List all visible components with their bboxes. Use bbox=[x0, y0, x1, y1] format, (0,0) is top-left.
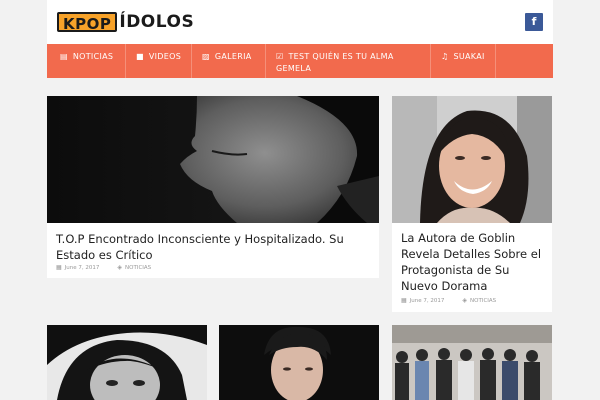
nav-divider bbox=[125, 44, 126, 78]
nav-divider bbox=[430, 44, 431, 78]
post-title[interactable]: T.O.P Encontrado Inconsciente y Hospital… bbox=[56, 231, 369, 263]
nav-item-label: TEST QUIÉN ES TU ALMA bbox=[288, 52, 394, 61]
logo-kpop-text: KPOP bbox=[57, 12, 118, 33]
calendar-icon: ▦ bbox=[56, 264, 62, 271]
post-meta: ▦ June 7, 2017 ◈ NOTICIAS bbox=[401, 297, 496, 304]
nav-divider bbox=[495, 44, 496, 78]
post-title[interactable]: La Autora de Goblin Revela Detalles Sobr… bbox=[401, 230, 542, 294]
post-date: June 7, 2017 bbox=[409, 297, 445, 304]
nav-item-noticias[interactable]: ▤ NOTICIAS bbox=[60, 44, 113, 78]
nav-item-label-line2: GEMELA bbox=[276, 64, 312, 73]
nav-item-label: VIDEOS bbox=[148, 52, 182, 61]
nav-divider bbox=[191, 44, 192, 78]
post-thumbnail[interactable] bbox=[47, 325, 207, 400]
post-card[interactable] bbox=[47, 325, 207, 400]
video-camera-icon: ■ bbox=[136, 52, 144, 61]
nav-divider bbox=[265, 44, 266, 78]
nav-item-galeria[interactable]: ▨ GALERIA bbox=[202, 44, 252, 78]
man-portrait-photo bbox=[219, 325, 379, 400]
tag-icon: ◈ bbox=[462, 297, 468, 304]
post-meta: ▦ June 7, 2017 ◈ NOTICIAS bbox=[56, 264, 151, 271]
calendar-icon: ▦ bbox=[401, 297, 407, 304]
nav-item-videos[interactable]: ■ VIDEOS bbox=[136, 44, 181, 78]
woman-smiling-photo bbox=[392, 96, 552, 223]
facebook-icon[interactable]: f bbox=[525, 13, 543, 31]
nav-item-label: NOTICIAS bbox=[72, 52, 114, 61]
post-card[interactable] bbox=[392, 325, 552, 400]
post-thumbnail[interactable] bbox=[392, 96, 552, 223]
main-nav: ▤ NOTICIAS ■ VIDEOS ▨ GALERIA ☑ TEST QUIÉN E… bbox=[47, 44, 553, 78]
post-card[interactable]: T.O.P Encontrado Inconsciente y Hospital… bbox=[47, 96, 379, 278]
group-photo bbox=[392, 325, 552, 400]
nav-item-label: GALERIA bbox=[214, 52, 252, 61]
man-profile-photo bbox=[47, 96, 379, 223]
site-header: KPOP ÍDOLOS f bbox=[47, 0, 553, 44]
woman-bw-photo bbox=[47, 325, 207, 400]
page: KPOP ÍDOLOS f ▤ NOTICIAS ■ VIDEOS ▨ GALERIA… bbox=[0, 0, 600, 400]
post-category[interactable]: NOTICIAS bbox=[470, 298, 496, 304]
post-thumbnail[interactable] bbox=[47, 96, 379, 223]
tag-icon: ◈ bbox=[117, 264, 123, 271]
image-icon: ▨ bbox=[202, 52, 210, 61]
site-logo[interactable]: KPOP ÍDOLOS bbox=[57, 11, 194, 33]
post-thumbnail[interactable] bbox=[219, 325, 379, 400]
newspaper-icon: ▤ bbox=[60, 52, 68, 61]
post-category[interactable]: NOTICIAS bbox=[125, 265, 151, 271]
nav-item-test-alma-gemela[interactable]: ☑ TEST QUIÉN ES TU ALMA GEMELA bbox=[276, 44, 394, 78]
post-card[interactable]: La Autora de Goblin Revela Detalles Sobr… bbox=[392, 96, 552, 312]
checkbox-icon: ☑ bbox=[276, 52, 284, 61]
music-note-icon: ♫ bbox=[441, 52, 449, 61]
post-card[interactable] bbox=[219, 325, 379, 400]
post-date: June 7, 2017 bbox=[64, 264, 100, 271]
post-thumbnail[interactable] bbox=[392, 325, 552, 400]
logo-idolos-text: ÍDOLOS bbox=[119, 12, 195, 32]
nav-item-label: SUAKAI bbox=[453, 52, 485, 61]
nav-item-suakai[interactable]: ♫ SUAKAI bbox=[441, 44, 485, 78]
